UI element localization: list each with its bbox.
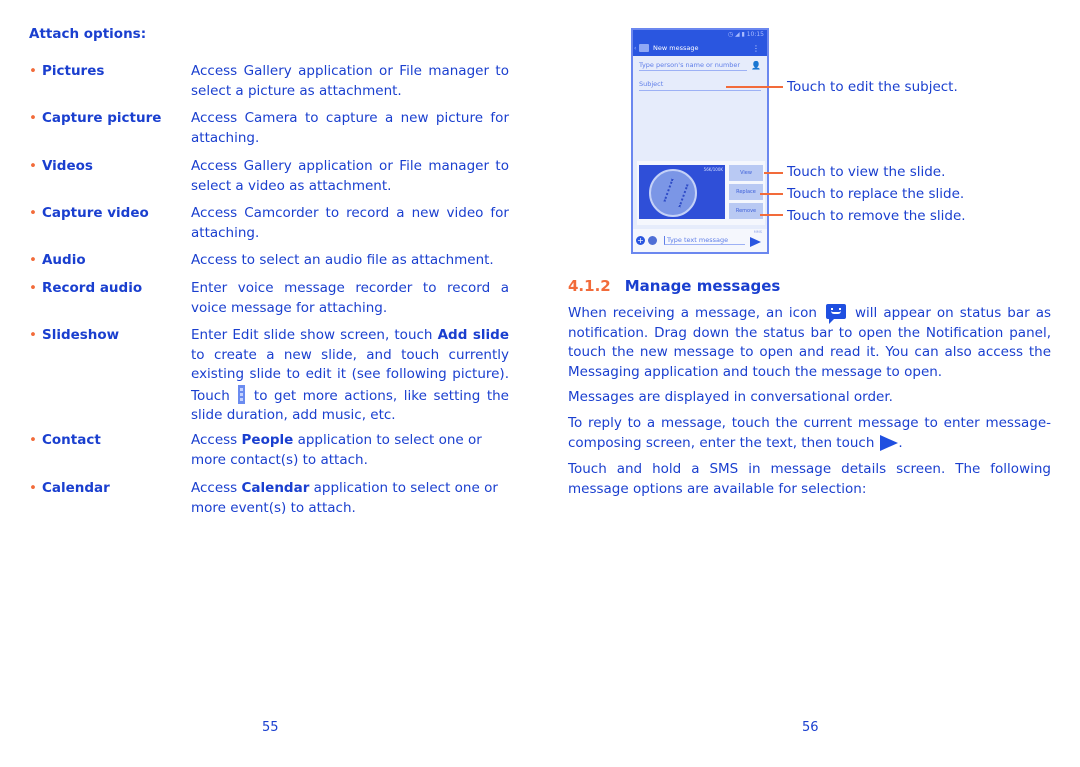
thumbnail-image xyxy=(649,169,697,217)
slide-panel: 56K/100K View Replace Remove xyxy=(637,161,765,225)
message-input[interactable]: Type text message xyxy=(664,236,745,245)
app-bar: ‹ New message ⋮ xyxy=(633,40,767,56)
send-icon[interactable] xyxy=(750,237,761,247)
paragraph-receiving: When receiving a message, an icon will a… xyxy=(568,304,1052,380)
mms-label: MMS xyxy=(753,230,762,234)
add-attachment-icon[interactable]: + xyxy=(636,236,645,245)
right-page: ◷ ◢ ▮ 10:15 ‹ New message ⋮ Type person'… xyxy=(0,0,1080,767)
callout-line xyxy=(760,193,783,195)
section-heading: 4.1.2 Manage messages xyxy=(568,277,781,295)
composer-bar: + Type text message MMS xyxy=(633,229,767,252)
back-icon[interactable]: ‹ xyxy=(634,45,636,52)
recipient-input[interactable]: Type person's name or number xyxy=(639,61,747,71)
status-bar: ◷ ◢ ▮ 10:15 xyxy=(633,30,767,40)
callout-line xyxy=(764,172,783,174)
callout-view: Touch to view the slide. xyxy=(787,164,946,180)
view-button[interactable]: View xyxy=(729,165,763,181)
more-options-icon[interactable]: ⋮ xyxy=(752,44,760,53)
message-notification-icon xyxy=(825,304,846,324)
replace-button[interactable]: Replace xyxy=(729,184,763,200)
send-icon xyxy=(880,434,899,451)
messaging-app-icon xyxy=(639,44,649,52)
callout-line xyxy=(760,214,783,216)
callout-subject: Touch to edit the subject. xyxy=(787,79,958,95)
emoji-icon[interactable] xyxy=(648,236,657,245)
signal-battery-icon: ◷ ◢ ▮ xyxy=(727,31,747,38)
paragraph-hold: Touch and hold a SMS in message details … xyxy=(568,461,1051,497)
phone-screenshot: ◷ ◢ ▮ 10:15 ‹ New message ⋮ Type person'… xyxy=(631,28,769,254)
attachment-size: 56K/100K xyxy=(703,167,723,172)
slide-thumbnail[interactable]: 56K/100K xyxy=(639,165,725,219)
paragraph-order: Messages are displayed in conversational… xyxy=(568,389,893,405)
paragraph-reply: To reply to a message, touch the current… xyxy=(568,415,1051,451)
add-contact-icon[interactable]: 👤 xyxy=(751,61,761,70)
callout-remove: Touch to remove the slide. xyxy=(787,208,966,224)
page-number: 56 xyxy=(802,720,819,735)
app-title: New message xyxy=(653,44,699,52)
remove-button[interactable]: Remove xyxy=(729,203,763,219)
callout-line xyxy=(726,86,783,88)
callout-replace: Touch to replace the slide. xyxy=(787,186,965,202)
